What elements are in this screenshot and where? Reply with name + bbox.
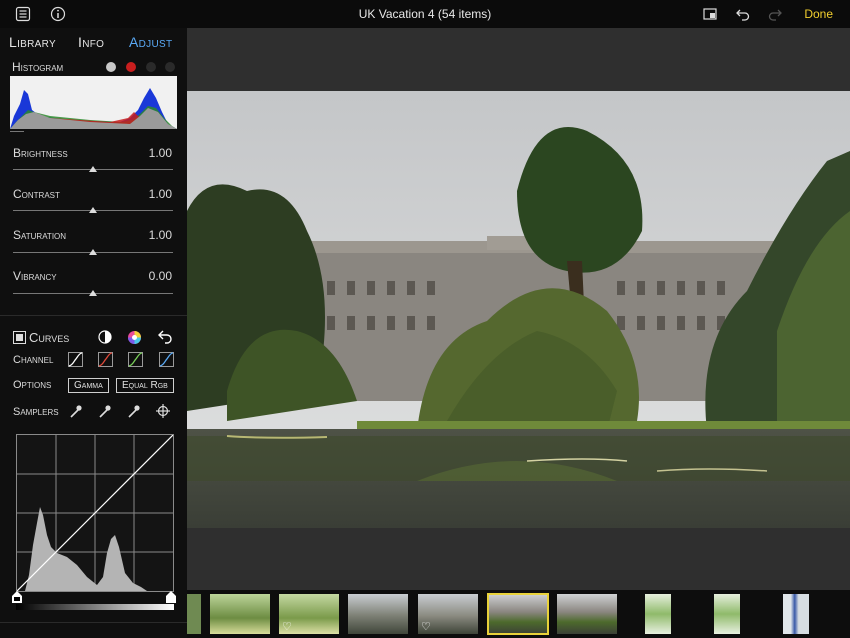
histogram-channel-rgb[interactable] — [126, 62, 136, 72]
histogram-channel-off-2[interactable] — [165, 62, 175, 72]
white-point-handle[interactable] — [166, 591, 176, 603]
brightness-label: Brightness — [13, 146, 68, 160]
adjust-sidebar: Library Info Adjust Histogram Brightness… — [0, 28, 187, 638]
palace-photo-image — [187, 91, 850, 528]
channel-rgb-icon[interactable] — [68, 352, 83, 367]
filmstrip-thumb[interactable] — [645, 594, 671, 634]
canvas-top-margin — [187, 28, 850, 91]
redo-icon[interactable] — [767, 6, 783, 22]
brightness-value: 1.00 — [148, 146, 172, 160]
contrast-toggle-icon[interactable] — [98, 330, 112, 344]
curves-label: Curves — [29, 330, 70, 345]
tab-info[interactable]: Info — [78, 34, 104, 50]
brightness-knob[interactable] — [89, 166, 97, 172]
filmstrip-thumb[interactable] — [557, 594, 617, 634]
tab-library[interactable]: Library — [9, 34, 56, 50]
favorite-heart-icon: ♡ — [282, 621, 292, 633]
histogram-graph — [10, 76, 177, 129]
gray-point-eyedropper-icon[interactable] — [97, 404, 112, 419]
equal-rgb-button[interactable]: Equal Rgb — [116, 378, 174, 393]
bottom-divider — [0, 622, 187, 623]
sidebar-tabs: Library Info Adjust — [0, 34, 187, 56]
black-point-eyedropper-icon[interactable] — [68, 404, 83, 419]
vibrancy-label: Vibrancy — [13, 269, 57, 283]
channel-label: Channel — [13, 354, 54, 366]
contrast-label: Contrast — [13, 187, 60, 201]
vibrancy-value: 0.00 — [148, 269, 172, 283]
filmstrip-thumb[interactable] — [348, 594, 408, 634]
filmstrip-thumb[interactable] — [714, 594, 740, 634]
crosshair-icon[interactable] — [156, 404, 170, 418]
tab-adjust[interactable]: Adjust — [129, 34, 172, 50]
undo-icon[interactable] — [735, 6, 751, 22]
curves-gradient-bar — [16, 604, 174, 610]
channel-red-icon[interactable] — [98, 352, 113, 367]
favorite-heart-icon: ♡ — [421, 621, 431, 633]
canvas-bottom-margin — [187, 528, 850, 590]
filmstrip-thumb[interactable] — [783, 594, 809, 634]
filmstrip-thumb[interactable] — [187, 594, 201, 634]
section-divider — [0, 315, 187, 316]
vibrancy-knob[interactable] — [89, 290, 97, 296]
compare-icon[interactable] — [702, 6, 718, 22]
channel-green-icon[interactable] — [128, 352, 143, 367]
channel-blue-icon[interactable] — [159, 352, 174, 367]
samplers-label: Samplers — [13, 406, 59, 418]
saturation-label: Saturation — [13, 228, 67, 242]
filmstrip: ♡ ♡ — [187, 590, 850, 638]
filmstrip-thumb[interactable]: ♡ — [418, 594, 478, 634]
color-wheel-icon[interactable] — [127, 330, 142, 345]
options-label: Options — [13, 379, 52, 391]
window-title: UK Vacation 4 (54 items) — [358, 7, 492, 21]
gamma-button[interactable]: Gamma — [68, 378, 109, 393]
black-point-handle[interactable] — [12, 591, 22, 603]
filmstrip-thumb[interactable] — [210, 594, 270, 634]
histogram-channel-off-1[interactable] — [146, 62, 156, 72]
contrast-knob[interactable] — [89, 207, 97, 213]
contrast-value: 1.00 — [148, 187, 172, 201]
filmstrip-thumb[interactable]: ♡ — [279, 594, 339, 634]
histogram-divider — [10, 131, 24, 132]
top-bar: UK Vacation 4 (54 items) Done — [0, 0, 850, 28]
filmstrip-thumb-selected[interactable] — [487, 593, 549, 635]
white-point-eyedropper-icon[interactable] — [126, 404, 141, 419]
curves-graph[interactable] — [16, 434, 174, 592]
saturation-value: 1.00 — [148, 228, 172, 242]
main-photo[interactable] — [187, 91, 850, 528]
curves-checkbox-fill — [16, 334, 23, 341]
saturation-knob[interactable] — [89, 249, 97, 255]
histogram-label: Histogram — [12, 60, 64, 74]
curves-reset-icon[interactable] — [158, 330, 173, 344]
curves-checkbox[interactable] — [13, 331, 26, 344]
histogram-channel-luma[interactable] — [106, 62, 116, 72]
done-button[interactable]: Done — [804, 7, 833, 21]
